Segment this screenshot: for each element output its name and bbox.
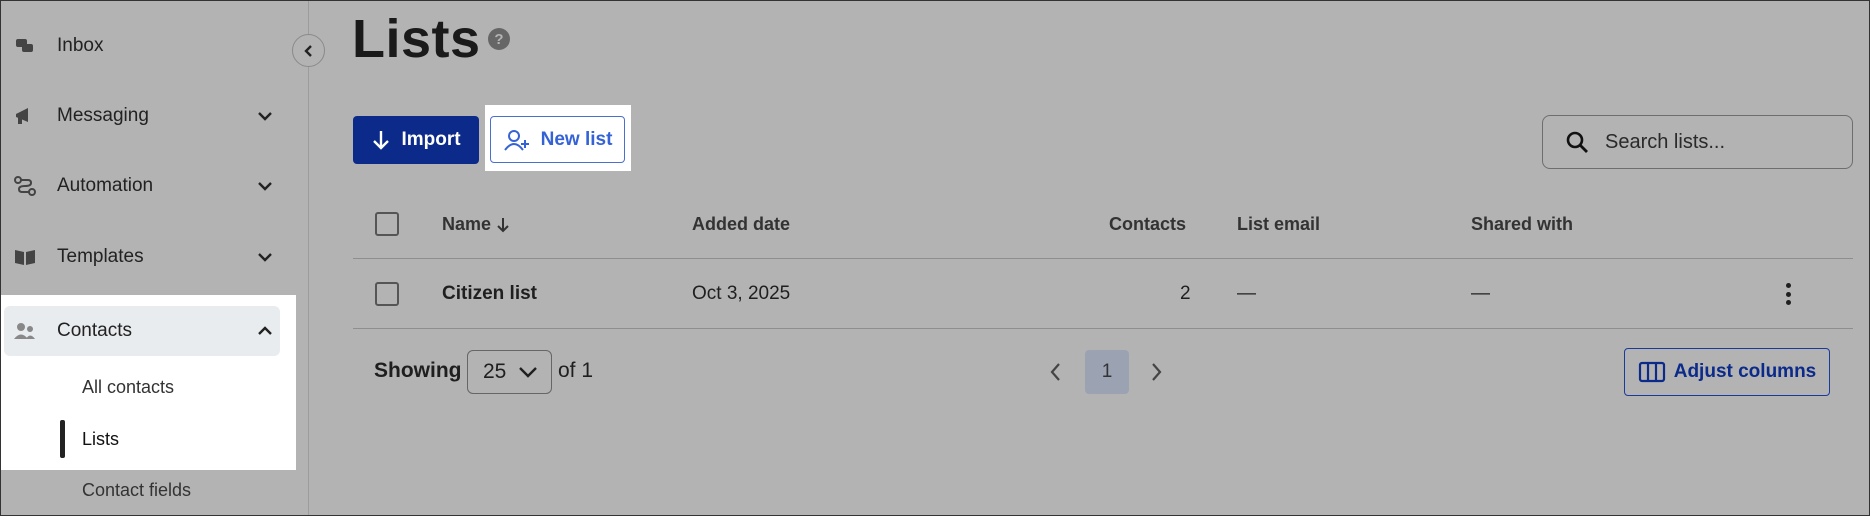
cell-list-email: —	[1237, 283, 1256, 304]
chevron-down-icon	[258, 253, 272, 262]
column-header-added-date[interactable]: Added date	[692, 214, 790, 235]
columns-icon	[1638, 361, 1665, 383]
arrow-down-icon	[373, 131, 390, 150]
sidebar-item-inbox[interactable]: Inbox	[0, 21, 296, 71]
sidebar-subitem-all-contacts[interactable]: All contacts	[82, 377, 174, 398]
search-icon	[1566, 131, 1588, 153]
import-label: Import	[401, 129, 461, 150]
per-page-select[interactable]: 25	[467, 350, 552, 394]
sidebar-subitem-lists[interactable]: Lists	[82, 429, 119, 450]
sidebar-item-label: Templates	[57, 246, 144, 267]
page-total: of 1	[558, 359, 594, 382]
adjust-columns-button[interactable]: Adjust columns	[1624, 348, 1830, 396]
people-icon	[14, 320, 36, 342]
cell-shared-with: —	[1471, 283, 1490, 304]
next-page-icon[interactable]	[1146, 361, 1166, 383]
import-button[interactable]: Import	[353, 116, 479, 164]
search-box[interactable]	[1542, 115, 1853, 169]
column-header-contacts[interactable]: Contacts	[1109, 214, 1186, 235]
divider	[353, 258, 1853, 259]
sidebar-item-label: Messaging	[57, 105, 149, 126]
sidebar-item-automation[interactable]: Automation	[0, 161, 296, 211]
sidebar-item-label: Contacts	[57, 320, 132, 341]
showing-label: Showing	[374, 359, 462, 382]
sidebar-item-messaging[interactable]: Messaging	[0, 91, 296, 141]
row-more-options-icon[interactable]	[1784, 283, 1792, 305]
previous-page-icon[interactable]	[1046, 361, 1066, 383]
active-indicator	[60, 420, 65, 458]
new-list-label: New list	[540, 128, 613, 150]
sidebar-subitem-contact-fields[interactable]: Contact fields	[82, 480, 191, 501]
book-icon	[14, 246, 36, 268]
sidebar-item-contacts[interactable]: Contacts	[4, 306, 280, 356]
sidebar-item-label: Automation	[57, 175, 154, 196]
page-number-button[interactable]: 1	[1085, 350, 1129, 394]
column-header-list-email[interactable]: List email	[1237, 214, 1320, 235]
adjust-columns-label: Adjust columns	[1673, 361, 1817, 382]
automation-icon	[14, 175, 36, 197]
row-checkbox[interactable]	[375, 282, 399, 306]
sidebar-item-templates[interactable]: Templates	[0, 232, 296, 282]
chevron-down-icon	[258, 112, 272, 121]
per-page-value: 25	[483, 360, 507, 383]
column-header-name[interactable]: Name	[442, 214, 511, 235]
select-all-checkbox[interactable]	[375, 212, 399, 236]
chevron-down-icon	[258, 182, 272, 191]
chevron-down-icon	[519, 367, 538, 378]
cell-contacts: 2	[1180, 283, 1191, 304]
sort-arrow-down-icon	[497, 217, 509, 232]
page-title: Lists	[352, 9, 481, 69]
column-header-label: Name	[442, 214, 492, 234]
column-header-shared-with[interactable]: Shared with	[1471, 214, 1573, 235]
cell-name[interactable]: Citizen list	[442, 283, 537, 305]
inbox-icon	[14, 35, 36, 57]
search-input[interactable]	[1605, 130, 1835, 154]
collapse-sidebar-button[interactable]	[292, 34, 325, 67]
help-icon[interactable]: ?	[488, 28, 510, 50]
new-list-button[interactable]: New list	[490, 116, 625, 163]
add-group-icon	[503, 129, 529, 151]
megaphone-icon	[14, 105, 36, 127]
divider	[353, 328, 1853, 329]
cell-added-date: Oct 3, 2025	[692, 283, 791, 304]
chevron-up-icon	[258, 326, 272, 335]
chevron-left-icon	[303, 44, 312, 57]
sidebar-item-label: Inbox	[57, 35, 104, 56]
sidebar: Inbox Messaging Automation Templates Con…	[0, 0, 309, 516]
